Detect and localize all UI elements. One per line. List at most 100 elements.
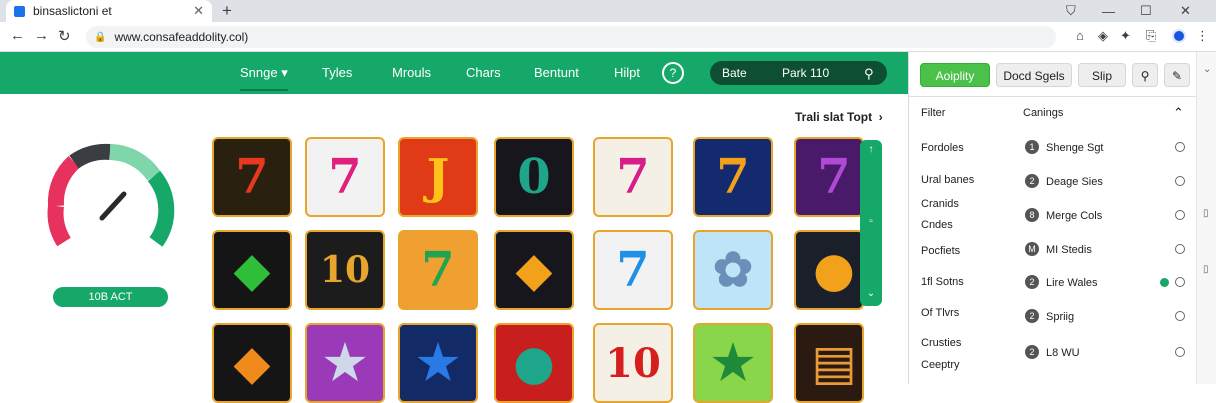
tab-title: binsaslictoni et [33, 4, 112, 18]
option-radio[interactable] [1175, 142, 1185, 152]
game-tile[interactable]: ★ [305, 323, 385, 403]
game-tile[interactable]: 7 [305, 137, 385, 217]
game-tile[interactable]: 7 [398, 230, 478, 310]
gauge-action-button[interactable]: 10B ACT [53, 287, 168, 307]
scroll-up-icon[interactable]: ↑ [860, 144, 882, 155]
browser-side-bar: ⌄ ▯ ▯ [1196, 52, 1216, 384]
seven-icon: 7 [817, 149, 851, 205]
docd-sgels-button[interactable]: Docd Sgels [996, 63, 1072, 87]
side-chevron-icon[interactable]: ⌄ [1203, 64, 1211, 75]
browser-tab[interactable]: binsaslictoni et ✕ [6, 0, 212, 22]
new-tab-button[interactable]: + [222, 1, 232, 21]
edit-icon-button[interactable]: ✎ [1164, 63, 1190, 87]
forward-icon[interactable]: → [34, 27, 49, 44]
chevron-up-icon[interactable]: ⌃ [1173, 105, 1184, 121]
option-label: Lire Wales [1046, 277, 1098, 289]
nav-item-snnge[interactable]: Snnge ▾ [240, 65, 288, 91]
site-search-field[interactable]: Bate Park 110 ⚲ [710, 61, 887, 85]
minimize-button[interactable]: — [1102, 0, 1115, 22]
filter-heading: Filter [921, 107, 946, 119]
help-icon[interactable]: ? [662, 62, 684, 84]
game-tile[interactable]: ▤ [794, 323, 864, 403]
search-left-text: Bate [722, 66, 747, 80]
seven-icon: 7 [716, 149, 750, 205]
menu-icon[interactable]: ⋮ [1196, 28, 1209, 44]
filter-item[interactable]: Cndes [921, 219, 953, 231]
nav-item-chars[interactable]: Chars [466, 65, 501, 80]
game-tile[interactable]: 0 [494, 137, 574, 217]
filter-item[interactable]: Crusties [921, 337, 961, 349]
filter-item[interactable]: Pocfiets [921, 245, 960, 257]
gauge-green-arc [147, 170, 175, 247]
side-page-icon[interactable]: ▯ [1203, 208, 1209, 219]
game-tile[interactable]: 7 [794, 137, 864, 217]
site-nav-bar: Snnge ▾ Tyles Mrouls Chars Bentunt Hilpt… [0, 52, 908, 94]
seven-icon: 7 [616, 149, 650, 205]
nav-item-bentunt[interactable]: Bentunt [534, 65, 579, 80]
option-radio[interactable] [1175, 277, 1185, 287]
game-tile[interactable]: ◆ [212, 323, 292, 403]
game-tile[interactable]: ★ [693, 323, 773, 403]
home-icon[interactable]: ⌂ [1076, 28, 1084, 43]
option-number-badge: M [1025, 242, 1039, 256]
game-tile[interactable]: ✿ [693, 230, 773, 310]
option-radio[interactable] [1175, 210, 1185, 220]
game-tile[interactable]: ● [494, 323, 574, 403]
option-radio[interactable] [1175, 311, 1185, 321]
filter-item[interactable]: Of Tlvrs [921, 307, 959, 319]
trail-text: Trali slat Topt [795, 110, 873, 124]
gauge-light-arc [109, 144, 161, 181]
game-tile[interactable]: ◆ [494, 230, 574, 310]
game-tile[interactable]: 10 [305, 230, 385, 310]
game-tile[interactable]: 7 [212, 137, 292, 217]
url-field[interactable]: 🔒 www.consafeaddolity.col) [86, 26, 1056, 48]
trail-link[interactable]: Trali slat Topt › [795, 110, 883, 124]
filter-item[interactable]: Ural banes [921, 174, 974, 186]
puzzle-icon[interactable]: ✦ [1120, 28, 1131, 44]
orb-icon: ● [513, 335, 555, 391]
scroll-down-icon[interactable]: ⌄ [860, 288, 882, 299]
option-number-badge: 1 [1025, 140, 1039, 154]
search-icon[interactable]: ⚲ [864, 66, 874, 82]
game-tile[interactable]: ◆ [212, 230, 292, 310]
reload-icon[interactable]: ↻ [58, 27, 71, 45]
slip-button[interactable]: Slip [1078, 63, 1126, 87]
option-radio[interactable] [1175, 347, 1185, 357]
extension-icon[interactable]: ◈ [1098, 28, 1108, 44]
filter-item[interactable]: 1fl Sotns [921, 276, 964, 288]
option-label: L8 WU [1046, 347, 1080, 359]
apply-button[interactable]: Aoiplity [920, 63, 990, 87]
game-tile[interactable]: 7 [593, 230, 673, 310]
browser-tab-strip: binsaslictoni et ✕ + ⛉ — ☐ ✕ [0, 0, 1216, 22]
profile-avatar[interactable] [1172, 29, 1186, 43]
game-tile[interactable]: J [398, 137, 478, 217]
game-tile[interactable]: ★ [398, 323, 478, 403]
tile-scroller[interactable]: ↑ ▫ ⌄ [860, 140, 882, 306]
option-label: Deage Sies [1046, 176, 1103, 188]
nav-item-mrouls[interactable]: Mrouls [392, 65, 431, 80]
lock-icon: 🔒 [94, 31, 107, 43]
side-page-icon[interactable]: ▯ [1203, 264, 1209, 275]
back-icon[interactable]: ← [10, 27, 25, 44]
scroll-thumb-icon[interactable]: ▫ [860, 216, 882, 227]
tab-close-icon[interactable]: ✕ [193, 3, 204, 19]
shield-icon[interactable]: ⛉ [1066, 0, 1076, 22]
seven-icon: 7 [421, 242, 455, 298]
maximize-button[interactable]: ☐ [1140, 0, 1152, 22]
close-window-button[interactable]: ✕ [1180, 0, 1191, 22]
game-tile[interactable]: 7 [693, 137, 773, 217]
search-icon-button[interactable]: ⚲ [1132, 63, 1158, 87]
filter-item[interactable]: Fordoles [921, 142, 964, 154]
filter-item[interactable]: Cranids [921, 198, 959, 210]
option-radio[interactable] [1175, 176, 1185, 186]
option-radio[interactable] [1175, 244, 1185, 254]
filter-item[interactable]: Ceeptry [921, 359, 960, 371]
game-tile[interactable]: 7 [593, 137, 673, 217]
nav-item-tyles[interactable]: Tyles [322, 65, 352, 80]
game-tile[interactable]: 10 [593, 323, 673, 403]
bookmark-icon[interactable]: ⎘ [1146, 28, 1156, 44]
game-tile[interactable]: ● [794, 230, 864, 310]
nav-item-hilpt[interactable]: Hilpt [614, 65, 640, 80]
categories-heading: Canings [1023, 107, 1064, 119]
speed-gauge [47, 143, 175, 247]
